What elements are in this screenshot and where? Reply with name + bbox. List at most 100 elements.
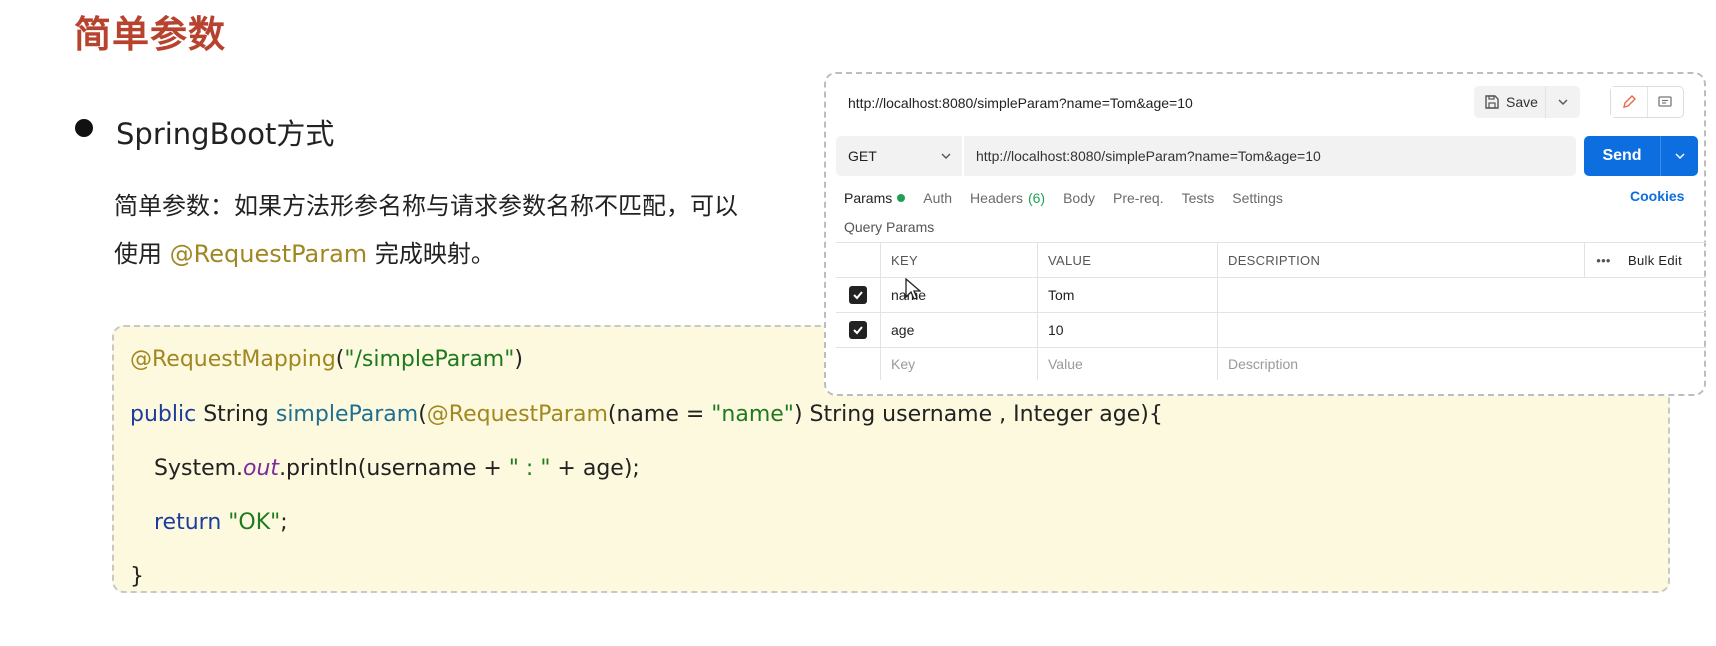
edit-mode-button[interactable] — [1611, 87, 1648, 117]
code-text: String — [196, 402, 276, 427]
page-title: 简单参数 — [74, 13, 226, 56]
param-description[interactable] — [1217, 313, 1584, 347]
chevron-down-icon — [1674, 153, 1685, 160]
tab-prereq[interactable]: Pre-req. — [1113, 188, 1164, 208]
code-annotation: @RequestParam — [426, 402, 608, 427]
code-annotation: @RequestMapping — [130, 347, 336, 372]
row-checkbox-cell — [836, 313, 880, 347]
code-text: ) — [514, 347, 523, 372]
checkbox[interactable] — [849, 286, 867, 304]
save-label: Save — [1506, 94, 1538, 110]
send-button-group: Send — [1584, 136, 1698, 176]
tab-label: Auth — [923, 190, 953, 206]
tab-label: Tests — [1181, 190, 1215, 206]
checkmark-icon — [853, 326, 863, 335]
request-name[interactable]: http://localhost:8080/simpleParam?name=T… — [848, 95, 1193, 111]
save-button-group: Save — [1474, 86, 1580, 118]
tab-label: Settings — [1232, 190, 1283, 206]
chevron-down-icon — [941, 153, 951, 159]
request-tabs: Params Auth Headers (6) Body Pre-req. Tes… — [844, 188, 1301, 208]
chevron-down-icon — [1558, 99, 1568, 105]
code-text: .println(username + — [279, 456, 509, 481]
code-field: out — [243, 456, 280, 481]
send-dropdown[interactable] — [1660, 136, 1698, 176]
url-input[interactable]: http://localhost:8080/simpleParam?name=T… — [964, 148, 1321, 164]
param-key[interactable]: name — [880, 278, 1037, 312]
param-key[interactable]: age — [880, 313, 1037, 347]
headers-count: (6) — [1027, 190, 1046, 206]
comment-icon — [1658, 96, 1672, 107]
code-keyword: public — [130, 402, 197, 427]
code-text: + age); — [550, 456, 640, 481]
tab-headers[interactable]: Headers (6) — [970, 188, 1045, 208]
code-text: ) String username , Integer age){ — [793, 402, 1163, 427]
code-text: ; — [280, 510, 288, 535]
params-table: KEY VALUE DESCRIPTION ••• Bulk Edit name… — [836, 242, 1706, 380]
pencil-icon — [1622, 95, 1636, 108]
column-header-value: VALUE — [1037, 243, 1217, 277]
code-line-3: System.out.println(username + " : " + ag… — [154, 456, 640, 481]
request-param-annotation-text: @RequestParam — [169, 240, 368, 268]
table-row-new: Key Value Description — [836, 347, 1706, 380]
save-icon — [1485, 95, 1499, 109]
checkmark-icon — [853, 291, 863, 300]
code-text: (name = — [607, 402, 712, 427]
new-key-input[interactable]: Key — [880, 348, 1037, 380]
view-mode-toggle — [1610, 86, 1684, 118]
cookies-link[interactable]: Cookies — [1630, 188, 1684, 204]
code-text: System. — [154, 456, 244, 481]
new-description-input[interactable]: Description — [1217, 348, 1584, 380]
method-label: GET — [848, 148, 877, 164]
save-dropdown[interactable] — [1546, 96, 1580, 108]
row-checkbox-cell — [836, 278, 880, 312]
comment-mode-button[interactable] — [1648, 87, 1684, 117]
code-text: ( — [418, 402, 427, 427]
code-string: "/simpleParam" — [344, 347, 515, 372]
description-suffix: 完成映射。 — [367, 240, 495, 268]
tab-label: Pre-req. — [1113, 190, 1164, 206]
code-string: "OK" — [228, 510, 281, 535]
bulk-edit-button[interactable]: Bulk Edit — [1622, 243, 1706, 277]
code-line-1: @RequestMapping("/simpleParam") — [130, 347, 523, 372]
bullet-heading: SpringBoot方式 — [116, 117, 335, 151]
description-prefix: 使用 — [114, 240, 170, 268]
tab-label: Body — [1063, 190, 1096, 206]
params-active-dot-icon — [897, 194, 906, 202]
tab-tests[interactable]: Tests — [1182, 188, 1215, 208]
new-value-input[interactable]: Value — [1037, 348, 1217, 380]
table-header-row: KEY VALUE DESCRIPTION ••• Bulk Edit — [836, 242, 1706, 277]
code-string: "name" — [711, 402, 794, 427]
more-options-button[interactable]: ••• — [1584, 243, 1622, 277]
code-method-name: simpleParam — [275, 402, 419, 427]
tab-label: Headers — [970, 190, 1023, 206]
description-line-1: 简单参数：如果方法形参名称与请求参数名称不匹配，可以 — [114, 192, 738, 220]
code-line-2: public String simpleParam(@RequestParam(… — [130, 402, 1163, 427]
code-line-4: return "OK"; — [154, 510, 288, 535]
postman-panel: http://localhost:8080/simpleParam?name=T… — [824, 72, 1706, 396]
query-params-label: Query Params — [844, 219, 935, 235]
description-line-2: 使用 @RequestParam 完成映射。 — [114, 234, 495, 269]
tab-body[interactable]: Body — [1063, 188, 1095, 208]
param-value[interactable]: Tom — [1037, 278, 1217, 312]
code-keyword: return — [154, 510, 222, 535]
save-button[interactable]: Save — [1474, 86, 1546, 118]
param-value[interactable]: 10 — [1037, 313, 1217, 347]
header-checkbox-cell — [836, 243, 880, 277]
tab-label: Params — [844, 190, 893, 206]
table-row: age 10 — [836, 312, 1706, 347]
code-string: " : " — [508, 456, 551, 481]
code-line-5: } — [130, 564, 144, 589]
mouse-cursor-icon — [905, 278, 921, 300]
tab-params[interactable]: Params — [844, 188, 906, 208]
table-row: name Tom — [836, 277, 1706, 312]
column-header-key: KEY — [880, 243, 1037, 277]
bullet-dot — [75, 119, 93, 137]
column-header-description: DESCRIPTION — [1217, 243, 1584, 277]
param-description[interactable] — [1217, 278, 1584, 312]
method-select[interactable]: GET — [836, 136, 964, 176]
tab-auth[interactable]: Auth — [923, 188, 952, 208]
tab-settings[interactable]: Settings — [1232, 188, 1283, 208]
url-bar: GET http://localhost:8080/simpleParam?na… — [836, 136, 1576, 176]
checkbox[interactable] — [849, 321, 867, 339]
send-button[interactable]: Send — [1584, 147, 1660, 165]
